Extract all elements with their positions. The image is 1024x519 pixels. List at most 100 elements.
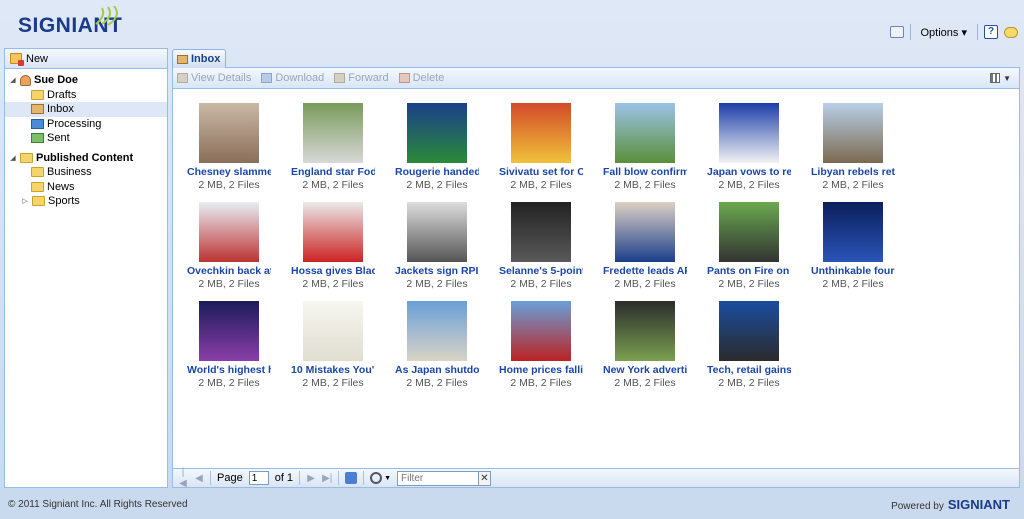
last-page-icon[interactable]: ▶| bbox=[322, 473, 332, 484]
powered-by: Powered by SIGNIANT bbox=[891, 497, 1010, 512]
file-item[interactable]: Japan vows to rev 2 MB, 2 Files bbox=[699, 103, 799, 191]
tree-node-published[interactable]: ◢ Published Content bbox=[5, 151, 167, 166]
tab-strip: Inbox bbox=[172, 48, 1020, 68]
file-item[interactable]: Fredette leads AP 2 MB, 2 Files bbox=[595, 202, 695, 290]
thumbnail-image[interactable] bbox=[511, 202, 571, 262]
file-item[interactable]: New York advertis 2 MB, 2 Files bbox=[595, 301, 695, 389]
thumbnail-image[interactable] bbox=[615, 301, 675, 361]
clear-filter-icon[interactable]: ✕ bbox=[478, 470, 491, 486]
item-meta: 2 MB, 2 Files bbox=[614, 179, 676, 191]
chevron-down-icon: ▼ bbox=[1003, 73, 1011, 83]
file-item[interactable]: Selanne's 5-point 2 MB, 2 Files bbox=[491, 202, 591, 290]
app-header: SIGNIANT Options ▾ ? bbox=[0, 0, 1024, 46]
thumbnail-image[interactable] bbox=[823, 103, 883, 163]
tree-node-sports[interactable]: ▷ Sports bbox=[5, 194, 167, 209]
tree-label: Inbox bbox=[47, 103, 74, 116]
chevron-down-icon[interactable]: ▼ bbox=[384, 475, 391, 482]
file-item[interactable]: As Japan shutdown2 MB, 2 Files bbox=[387, 301, 487, 389]
thumbnail-image[interactable] bbox=[407, 202, 467, 262]
tree-node-user[interactable]: ◢ Sue Doe bbox=[5, 73, 167, 88]
view-details-button[interactable]: View Details bbox=[177, 72, 251, 84]
thumbnail-image[interactable] bbox=[199, 202, 259, 262]
thumbnail-image[interactable] bbox=[719, 301, 779, 361]
first-page-icon[interactable]: |◀ bbox=[178, 467, 188, 489]
prev-page-icon[interactable]: ◀ bbox=[194, 473, 204, 484]
tree-node-processing[interactable]: Processing bbox=[5, 117, 167, 132]
file-item[interactable]: Jackets sign RPI go2 MB, 2 Files bbox=[387, 202, 487, 290]
item-meta: 2 MB, 2 Files bbox=[406, 179, 468, 191]
thumbnail-image[interactable] bbox=[719, 202, 779, 262]
file-item[interactable]: 10 Mistakes You'r 2 MB, 2 Files bbox=[283, 301, 383, 389]
refresh-icon[interactable] bbox=[345, 472, 358, 484]
thumbnail-image[interactable] bbox=[303, 301, 363, 361]
thumbnail-image[interactable] bbox=[303, 103, 363, 163]
file-item[interactable]: Rougerie handed l2 MB, 2 Files bbox=[387, 103, 487, 191]
file-item[interactable]: Hossa gives Blackl2 MB, 2 Files bbox=[283, 202, 383, 290]
thumbnail-image[interactable] bbox=[615, 103, 675, 163]
thumbnail-image[interactable] bbox=[407, 103, 467, 163]
tree-node-news[interactable]: News bbox=[5, 180, 167, 195]
search-icon[interactable] bbox=[370, 472, 383, 484]
help-button[interactable]: ? bbox=[984, 25, 998, 39]
sent-icon bbox=[31, 133, 44, 144]
thumbnail-image[interactable] bbox=[719, 103, 779, 163]
header-divider bbox=[977, 24, 978, 40]
file-item[interactable]: Chesney slammed 2 MB, 2 Files bbox=[179, 103, 279, 191]
new-button[interactable]: New bbox=[5, 49, 167, 69]
thumbnail-image[interactable] bbox=[615, 202, 675, 262]
tree-node-business[interactable]: Business bbox=[5, 165, 167, 180]
file-item[interactable]: Sivivatu set for Cl 2 MB, 2 Files bbox=[491, 103, 591, 191]
options-menu-button[interactable]: Options ▾ bbox=[917, 26, 972, 39]
filter-input[interactable] bbox=[397, 470, 479, 486]
item-title: Pants on Fire on A bbox=[707, 265, 791, 277]
item-title: Fall blow confirme bbox=[603, 166, 687, 178]
item-title: Tech, retail gains l bbox=[707, 364, 791, 376]
page-number-input[interactable] bbox=[248, 471, 269, 485]
item-meta: 2 MB, 2 Files bbox=[198, 278, 260, 290]
download-button[interactable]: Download bbox=[261, 72, 324, 84]
forward-button[interactable]: Forward bbox=[334, 72, 389, 84]
file-item[interactable]: World's highest h2 MB, 2 Files bbox=[179, 301, 279, 389]
next-page-icon[interactable]: ▶ bbox=[306, 473, 316, 484]
collapse-arrow-icon[interactable]: ◢ bbox=[9, 76, 17, 84]
thumbnail-image[interactable] bbox=[199, 301, 259, 361]
delete-button[interactable]: Delete bbox=[398, 72, 444, 84]
collapse-arrow-icon[interactable]: ◢ bbox=[9, 154, 17, 162]
item-title: Japan vows to rev bbox=[707, 166, 791, 178]
thumbnail-image[interactable] bbox=[199, 103, 259, 163]
item-meta: 2 MB, 2 Files bbox=[406, 278, 468, 290]
item-meta: 2 MB, 2 Files bbox=[406, 377, 468, 389]
tree-node-sent[interactable]: Sent bbox=[5, 131, 167, 146]
file-item[interactable]: Ovechkin back at p2 MB, 2 Files bbox=[179, 202, 279, 290]
file-item[interactable]: Tech, retail gains l2 MB, 2 Files bbox=[699, 301, 799, 389]
file-item[interactable]: England star Foden2 MB, 2 Files bbox=[283, 103, 383, 191]
view-mode-button[interactable]: ▼ bbox=[990, 73, 1011, 83]
tree-node-drafts[interactable]: Drafts bbox=[5, 88, 167, 103]
item-meta: 2 MB, 2 Files bbox=[614, 377, 676, 389]
expand-arrow-icon[interactable]: ▷ bbox=[21, 197, 29, 205]
action-toolbar: View Details Download Forward Delete ▼ bbox=[173, 68, 1019, 89]
published-label: Published Content bbox=[36, 151, 134, 164]
pager-divider bbox=[338, 471, 340, 485]
file-item[interactable]: Pants on Fire on A2 MB, 2 Files bbox=[699, 202, 799, 290]
folder-tree: ◢ Sue Doe Drafts Inbox Processing Sent ◢… bbox=[5, 69, 167, 209]
file-item[interactable]: Home prices fallin 2 MB, 2 Files bbox=[491, 301, 591, 389]
window-icon[interactable] bbox=[889, 26, 904, 38]
item-title: Libyan rebels retre bbox=[811, 166, 895, 178]
item-meta: 2 MB, 2 Files bbox=[510, 179, 572, 191]
page-count: of 1 bbox=[274, 472, 294, 484]
file-item[interactable]: Fall blow confirme 2 MB, 2 Files bbox=[595, 103, 695, 191]
thumbnail-image[interactable] bbox=[511, 301, 571, 361]
file-item[interactable]: Libyan rebels retre2 MB, 2 Files bbox=[803, 103, 903, 191]
thumbnail-image[interactable] bbox=[823, 202, 883, 262]
thumbnail-image[interactable] bbox=[511, 103, 571, 163]
chat-icon[interactable] bbox=[1004, 26, 1018, 38]
thumbnail-image[interactable] bbox=[407, 301, 467, 361]
delete-icon bbox=[398, 73, 410, 83]
view-details-icon bbox=[177, 73, 188, 83]
tab-inbox[interactable]: Inbox bbox=[172, 49, 226, 68]
tree-node-inbox[interactable]: Inbox bbox=[5, 102, 167, 117]
file-item[interactable]: Unthinkable fours 2 MB, 2 Files bbox=[803, 202, 903, 290]
thumbnail-image[interactable] bbox=[303, 202, 363, 262]
item-title: Unthinkable fours bbox=[811, 265, 895, 277]
